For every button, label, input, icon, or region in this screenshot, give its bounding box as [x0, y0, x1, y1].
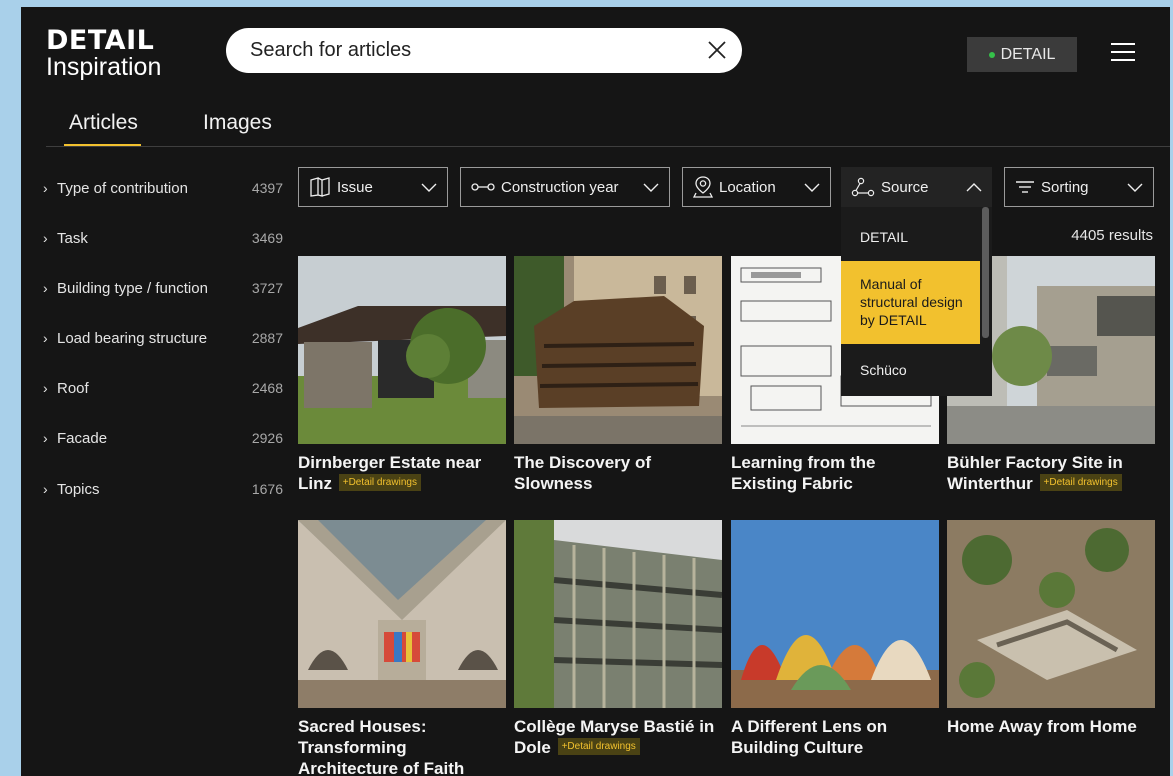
chevron-right-icon: ›	[43, 230, 48, 246]
detail-account-label: DETAIL	[1000, 45, 1056, 63]
detail-account-button[interactable]: DETAIL	[967, 37, 1077, 72]
article-card[interactable]: Home Away from Home	[947, 520, 1155, 737]
map-pin-icon	[693, 176, 713, 198]
filter-source-label: Source	[881, 178, 929, 196]
book-icon	[309, 177, 331, 197]
filter-issue-label: Issue	[337, 178, 373, 196]
article-title: Dirnberger Estate near Linz +Detail draw…	[298, 453, 482, 493]
article-title: The Discovery of Slowness	[514, 453, 651, 493]
article-image	[298, 256, 506, 444]
chevron-right-icon: ›	[43, 280, 48, 296]
chevron-down-icon	[421, 183, 437, 192]
tab-articles[interactable]: Articles	[69, 111, 138, 135]
article-image	[298, 520, 506, 708]
chevron-right-icon: ›	[43, 430, 48, 446]
close-icon[interactable]	[706, 39, 728, 61]
detail-drawings-tag: +Detail drawings	[338, 474, 421, 492]
site-logo[interactable]: DETAIL Inspiration	[46, 27, 161, 80]
sidebar-item-count: 3469	[251, 230, 283, 246]
status-dot	[988, 51, 995, 58]
source-nodes-icon	[851, 177, 875, 197]
dropdown-scrollbar[interactable]	[982, 207, 989, 338]
sidebar-item-count: 2887	[251, 330, 283, 346]
sidebar-item-count: 3727	[251, 280, 283, 296]
chevron-right-icon: ›	[43, 330, 48, 346]
source-dropdown-menu: DETAIL Manual of structural design by DE…	[841, 207, 992, 396]
search-input[interactable]	[250, 28, 690, 73]
article-card[interactable]: The Discovery of Slowness	[514, 256, 722, 494]
divider	[46, 146, 1170, 147]
sidebar-item-count: 2468	[251, 380, 283, 396]
article-image	[731, 520, 939, 708]
sidebar-item-label: Task	[57, 229, 88, 247]
filter-location-label: Location	[719, 178, 776, 196]
sidebar-item-count: 2926	[251, 430, 283, 446]
sidebar-item-count: 4397	[251, 180, 283, 196]
sidebar-item-label: Type of contribution	[57, 179, 188, 197]
app-screen: DETAIL Inspiration DETAIL Articles Image…	[21, 7, 1170, 776]
sidebar-item-label: Load bearing structure	[57, 329, 208, 347]
sidebar-item-count: 1676	[251, 481, 283, 497]
article-title: Learning from the Existing Fabric	[731, 453, 876, 493]
article-card[interactable]: Collège Maryse Bastié in Dole +Detail dr…	[514, 520, 722, 758]
filter-issue[interactable]: Issue	[298, 167, 448, 207]
chevron-right-icon: ›	[43, 380, 48, 396]
sidebar-item-type-of-contribution[interactable]: › Type of contribution 4397	[43, 177, 283, 199]
source-option-detail[interactable]: DETAIL	[841, 226, 980, 248]
filter-construction-year-label: Construction year	[501, 178, 619, 196]
results-count: 4405 results	[1071, 227, 1153, 244]
filter-location[interactable]: Location	[682, 167, 831, 207]
sidebar-item-facade[interactable]: › Facade 2926	[43, 427, 283, 449]
search-bar	[226, 28, 742, 73]
article-title: A Different Lens on Building Culture	[731, 717, 888, 757]
article-card[interactable]: A Different Lens on Building Culture	[731, 520, 939, 758]
sidebar-item-topics[interactable]: › Topics 1676	[43, 478, 283, 500]
source-option-manual[interactable]: Manual of structural design by DETAIL	[841, 261, 980, 344]
logo-subtitle: Inspiration	[46, 53, 162, 81]
sidebar-item-label: Building type / function	[57, 279, 208, 297]
chevron-right-icon: ›	[43, 481, 48, 497]
article-title: Bühler Factory Site in Winterthur +Detai…	[947, 453, 1123, 493]
chevron-up-icon	[966, 182, 982, 192]
logo-wordmark: DETAIL	[46, 25, 155, 56]
filter-sorting-label: Sorting	[1041, 178, 1089, 196]
sidebar-item-roof[interactable]: › Roof 2468	[43, 377, 283, 399]
article-card[interactable]: Sacred Houses: Transforming Architecture…	[298, 520, 506, 776]
timeline-icon	[471, 182, 495, 192]
sidebar-item-building-type[interactable]: › Building type / function 3727	[43, 277, 283, 299]
chevron-down-icon	[804, 183, 820, 192]
chevron-down-icon	[643, 183, 659, 192]
article-image	[514, 520, 722, 708]
hamburger-menu-icon[interactable]	[1111, 43, 1135, 63]
filter-sorting[interactable]: Sorting	[1004, 167, 1154, 207]
detail-drawings-tag: +Detail drawings	[1039, 474, 1122, 492]
detail-drawings-tag: +Detail drawings	[557, 738, 640, 756]
article-title: Sacred Houses: Transforming Architecture…	[298, 717, 465, 776]
chevron-right-icon: ›	[43, 180, 48, 196]
filter-construction-year[interactable]: Construction year	[460, 167, 670, 207]
sidebar-item-load-bearing-structure[interactable]: › Load bearing structure 2887	[43, 327, 283, 349]
article-image	[947, 520, 1155, 708]
article-title: Home Away from Home	[947, 717, 1137, 736]
chevron-down-icon	[1127, 183, 1143, 192]
article-title: Collège Maryse Bastié in Dole +Detail dr…	[514, 717, 715, 757]
sidebar-item-task[interactable]: › Task 3469	[43, 227, 283, 249]
filter-source[interactable]: Source	[841, 167, 992, 207]
source-option-schueco[interactable]: Schüco	[841, 359, 980, 381]
sidebar-item-label: Facade	[57, 429, 108, 447]
article-card[interactable]: Dirnberger Estate near Linz +Detail draw…	[298, 256, 506, 494]
sidebar-item-label: Roof	[57, 379, 89, 397]
sidebar-item-label: Topics	[57, 480, 100, 498]
article-image	[514, 256, 722, 444]
sort-icon	[1015, 180, 1035, 194]
tab-images[interactable]: Images	[203, 111, 272, 135]
